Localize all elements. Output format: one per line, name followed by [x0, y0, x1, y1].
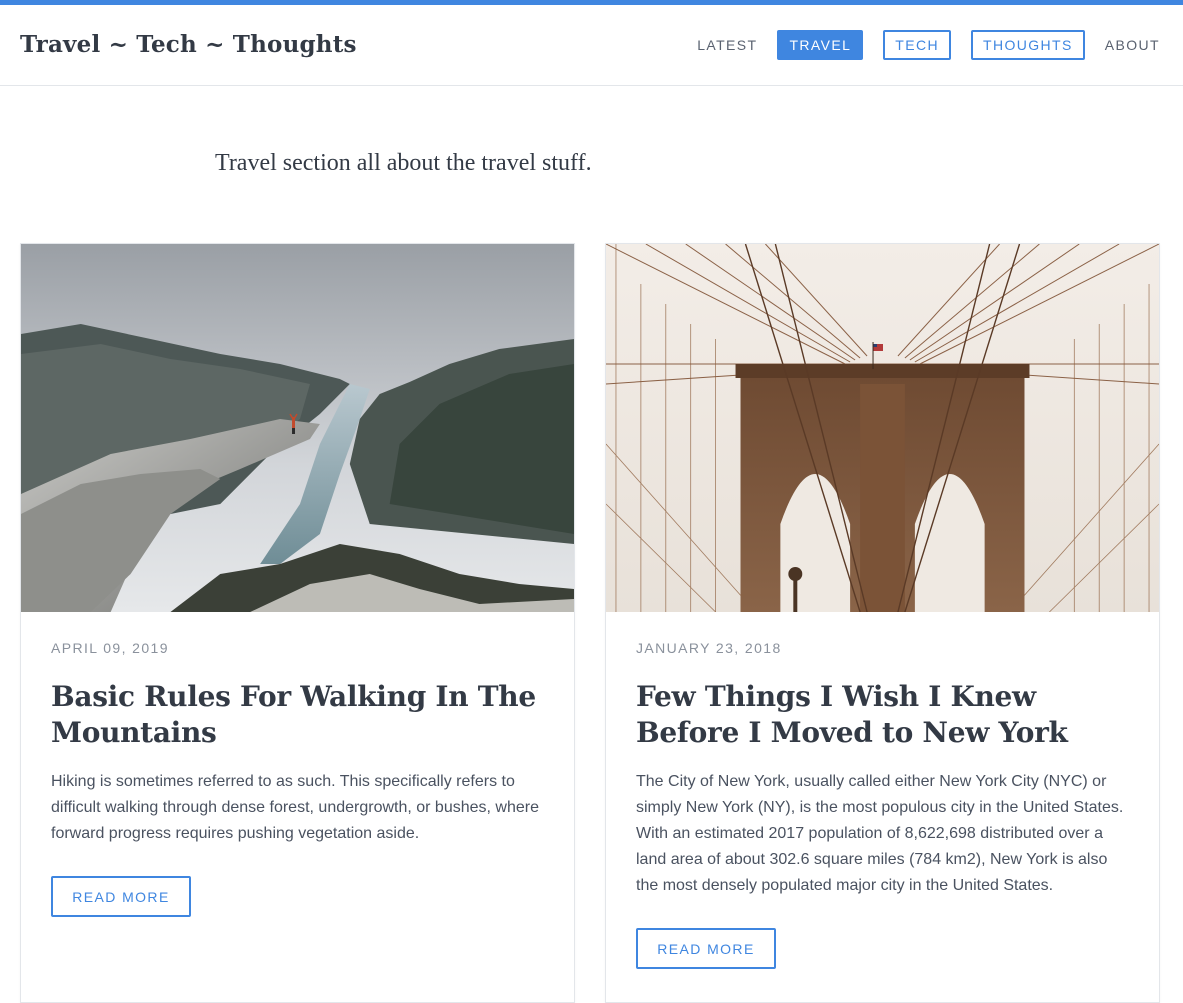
post-date: APRIL 09, 2019 [51, 640, 169, 656]
nav-about[interactable]: ABOUT [1105, 30, 1160, 60]
nav-travel[interactable]: TRAVEL [777, 30, 864, 60]
site-brand[interactable]: Travel ~ Tech ~ Thoughts [20, 31, 357, 58]
post-title[interactable]: Few Things I Wish I Knew Before I Moved … [636, 679, 1129, 751]
mountain-fjord-photo[interactable] [21, 244, 574, 612]
nav-tech[interactable]: TECH [883, 30, 951, 60]
brooklyn-bridge-photo[interactable] [606, 244, 1159, 612]
site-header: Travel ~ Tech ~ Thoughts LATEST TRAVEL T… [0, 5, 1183, 86]
post-card-body: APRIL 09, 2019 Basic Rules For Walking I… [21, 612, 574, 917]
post-card-body: JANUARY 23, 2018 Few Things I Wish I Kne… [606, 612, 1159, 969]
post-card: JANUARY 23, 2018 Few Things I Wish I Kne… [605, 243, 1160, 1003]
read-more-button[interactable]: READ MORE [51, 876, 191, 917]
section-intro: Travel section all about the travel stuf… [215, 150, 592, 176]
post-excerpt: Hiking is sometimes referred to as such.… [51, 773, 539, 842]
nav-thoughts[interactable]: THOUGHTS [971, 30, 1085, 60]
post-grid: APRIL 09, 2019 Basic Rules For Walking I… [20, 243, 1160, 1003]
nav-latest[interactable]: LATEST [697, 30, 757, 60]
read-more-button[interactable]: READ MORE [636, 928, 776, 969]
post-card: APRIL 09, 2019 Basic Rules For Walking I… [20, 243, 575, 1003]
post-excerpt: The City of New York, usually called eit… [636, 773, 1124, 894]
main-nav: LATEST TRAVEL TECH THOUGHTS ABOUT [677, 30, 1160, 60]
post-title[interactable]: Basic Rules For Walking In The Mountains [51, 679, 544, 751]
post-date: JANUARY 23, 2018 [636, 640, 782, 656]
